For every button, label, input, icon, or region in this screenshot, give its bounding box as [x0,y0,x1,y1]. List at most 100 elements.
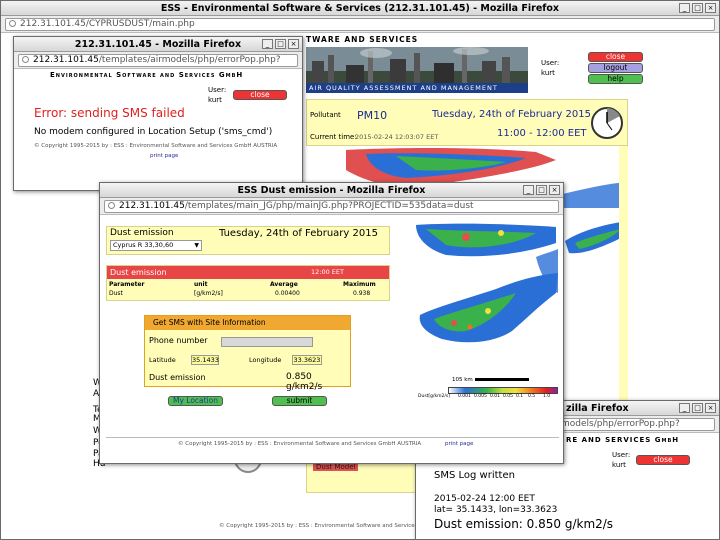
minimize-icon[interactable]: _ [679,3,690,13]
minimize-icon[interactable]: _ [679,403,690,413]
legend-tick: 0.1 [516,394,524,399]
scale-bar [474,378,529,381]
logout-button[interactable]: logout [588,63,643,73]
close-window-icon[interactable]: × [705,3,716,13]
footer-copyright: © Copyright 1995-2015 by : ESS : Environ… [178,441,422,447]
error-title: Error: sending SMS failed [34,106,185,120]
dust-emission-window: ESS Dust emission - Mozilla Firefox _ □ × … [99,182,564,464]
print-page-link[interactable]: print page [150,153,178,159]
url-bar[interactable]: 212.31.101.45/templates/main_JG/php/main… [100,198,563,215]
url-text[interactable]: 212.31.101.45/CYPRUSDUST/main.php [20,19,195,29]
user-name: kurt [208,96,222,104]
phone-input[interactable] [221,337,313,347]
close-button[interactable]: close [588,52,643,62]
url-bar[interactable]: 212.31.101.45/CYPRUSDUST/main.php [1,16,719,33]
legend-tick: 0.05 [503,394,514,399]
legend-ticks: Dust[g/km2/s] 0.001 0.005 0.01 0.05 0.1 … [418,394,558,402]
legend-tick: 0.01 [490,394,501,399]
close-window-icon[interactable]: × [288,39,299,49]
print-page-link[interactable]: print page [445,441,473,447]
table-header-row: Parameter unit Average Maximum [107,279,389,289]
scale-label: 105 km [452,377,473,383]
error-message: No modem configured in Location Setup ('… [34,127,273,137]
sms-emission: Dust emission: 0.850 g/km2/s [434,517,614,531]
station-select[interactable]: Cyprus R 33,30,60 ▼ [110,240,202,251]
dust-map [416,223,558,343]
org-header: TWARE AND SERVICES [306,35,526,47]
sms-form-title: Get SMS with Site Information [145,316,350,330]
lock-icon [108,202,115,209]
dust-window-titlebar[interactable]: ESS Dust emission - Mozilla Firefox _ □ × [100,183,563,198]
url-host[interactable]: 212.31.101.45 [33,55,99,65]
header-cell: Maximum [343,281,376,288]
minimize-icon[interactable]: _ [262,39,273,49]
longitude-input[interactable]: 33.3623 [292,355,322,365]
chevron-down-icon: ▼ [194,242,199,249]
maximize-icon[interactable]: □ [275,39,286,49]
station-value: Cyprus R 33,30,60 [113,241,174,249]
url-bar[interactable]: 212.31.101.45/templates/airmodels/php/er… [14,52,302,69]
close-window-icon[interactable]: × [705,403,716,413]
window-title: ESS Dust emission - Mozilla Firefox [237,185,426,196]
org-name: Environmental Software and Services GmbH [50,71,244,79]
main-window-titlebar[interactable]: ESS - Environmental Software & Services … [1,1,719,16]
user-name: kurt [612,461,626,469]
url-path[interactable]: /templates/main_JG/php/mainJG.php?PROJEC… [185,201,474,211]
maximize-icon[interactable]: □ [536,185,547,195]
emission-value: 0.850 g/km2/s [286,372,323,392]
aqam-banner: AIR QUALITY ASSESSMENT AND MANAGEMENT [306,83,528,93]
legend: Dust[g/km2/s] 0.001 0.005 0.01 0.05 0.1 … [418,387,558,402]
cell: Dust [109,290,123,297]
error-popup-window: 212.31.101.45 - Mozilla Firefox _ □ × 212.… [13,36,303,191]
header-cell: Average [270,281,298,288]
yellow-right-strip [619,146,628,416]
close-window-icon[interactable]: × [549,185,560,195]
info-panel: Pollutant PM10 Tuesday, 24th of February… [306,99,628,146]
time-range: 11:00 - 12:00 EET [497,128,587,139]
longitude-label: Longitude [249,356,282,364]
close-button[interactable]: close [233,90,287,100]
my-location-button[interactable]: My Location [168,396,223,406]
close-button[interactable]: close [636,455,690,465]
table-time: 12:00 EET [311,268,344,276]
current-time-value: 2015-02-24 12:03:07 EET [355,133,439,141]
pollutant-value: PM10 [357,109,388,122]
sms-form-title-text: Get SMS with Site Information [153,318,266,327]
legend-tick: 0.5 [528,394,536,399]
window-title: 212.31.101.45 - Mozilla Firefox [74,39,242,50]
url-path[interactable]: /templates/airmodels/php/errorPop.php? [99,55,281,65]
panel-title: Dust emission [110,228,174,238]
submit-button[interactable]: submit [272,396,327,406]
dust-table: Dust emission 12:00 EET Parameter unit A… [106,265,390,301]
url-host[interactable]: 212.31.101.45 [119,201,185,211]
current-time-label: Current time: [310,133,357,141]
sms-form: Get SMS with Site Information Phone numb… [144,315,351,392]
help-button[interactable]: help [588,74,643,84]
sms-coords: lat= 35.1433, lon=33.3623 [434,505,558,515]
latitude-input[interactable]: 35.1433 [191,355,219,365]
maximize-icon[interactable]: □ [692,3,703,13]
url-path[interactable]: models/php/errorPop.php? [561,419,680,429]
header-cell: unit [194,281,208,288]
window-divider [106,437,559,438]
legend-tick: 0.001 [458,394,471,399]
user-label: User: [208,86,227,94]
legend-tick: 1.0 [543,394,551,399]
sms-log-title: SMS Log written [434,470,515,481]
maximize-icon[interactable]: □ [692,403,703,413]
org-name: RE AND SERVICES GmbH [566,436,680,444]
user-label: User: [612,451,631,459]
error-window-titlebar[interactable]: 212.31.101.45 - Mozilla Firefox _ □ × [14,37,302,52]
latitude-label: Latitude [149,356,176,364]
cell: 0.938 [353,290,371,297]
phone-label: Phone number [149,336,208,345]
emission-label: Dust emission [149,373,206,382]
pollutant-label: Pollutant [310,111,341,119]
clock-icon [591,107,623,139]
cell: 0.00400 [275,290,300,297]
legend-unit: Dust[g/km2/s] [418,394,451,399]
footer-copyright: © Copyright 1995-2015 by : ESS : Environ… [219,523,437,529]
user-label: User: [541,59,560,67]
minimize-icon[interactable]: _ [523,185,534,195]
dust-model-label: Dust Model [313,463,359,471]
